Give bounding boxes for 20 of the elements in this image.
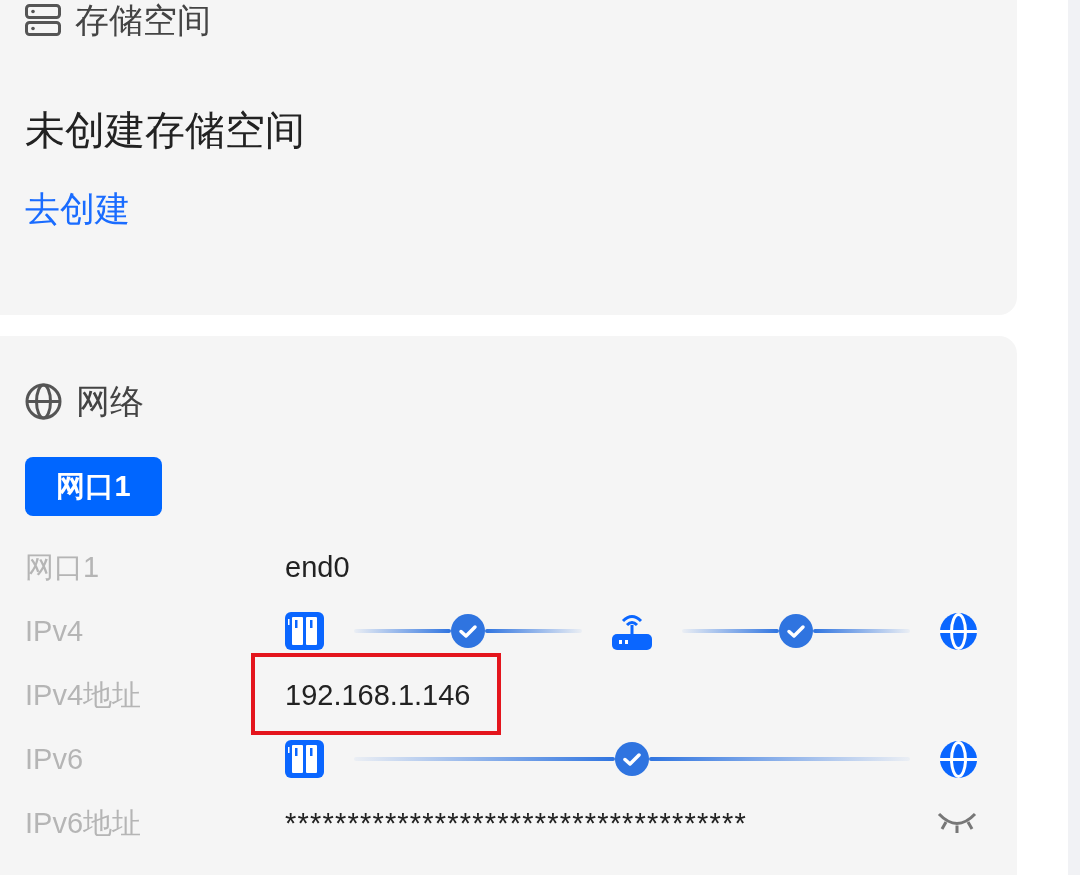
eye-closed-icon[interactable] [937, 811, 977, 835]
field-label: IPv6地址 [25, 806, 142, 841]
field-value: 192.168.1.146 [285, 678, 471, 713]
server-icon [285, 612, 324, 650]
globe-icon [940, 740, 977, 778]
port-tab[interactable]: 网口1 [25, 457, 162, 516]
globe-icon [25, 382, 62, 420]
field-label: IPv6 [25, 742, 84, 777]
field-value: end0 [285, 550, 350, 585]
masked-value: ************************************* [285, 806, 747, 841]
storage-icon [25, 4, 61, 36]
create-link[interactable]: 去创建 [25, 187, 130, 231]
card-title: 网络 [76, 381, 144, 421]
field-label: 网口1 [25, 550, 100, 585]
card-title: 存储空间 [75, 0, 211, 40]
field-label: IPv4 [25, 614, 84, 649]
globe-icon [940, 612, 977, 650]
field-label: IPv4地址 [25, 678, 142, 713]
server-icon [285, 740, 324, 778]
empty-message: 未创建存储空间 [25, 107, 305, 154]
